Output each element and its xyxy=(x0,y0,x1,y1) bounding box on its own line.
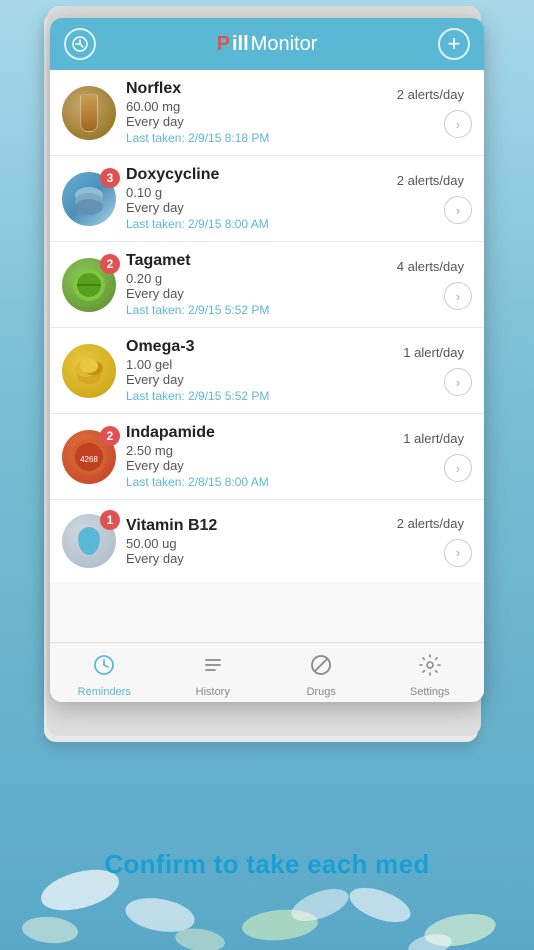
app-header: Pill Monitor + xyxy=(50,18,484,70)
med-item-tagamet[interactable]: 2 Tagamet 0.20 g Every day Last taken: 2… xyxy=(50,242,484,328)
title-monitor: Monitor xyxy=(251,33,318,56)
norflex-freq: Every day xyxy=(126,114,397,129)
promo-text-container: Confirm to take each med xyxy=(0,849,534,880)
doxycycline-freq: Every day xyxy=(126,200,397,215)
vitb12-alerts: 2 alerts/day xyxy=(397,516,464,531)
vitb12-right: 2 alerts/day › xyxy=(397,516,472,567)
doxycycline-name: Doxycycline xyxy=(126,166,397,184)
med-icon-tagamet: 2 xyxy=(62,258,116,312)
omega3-chevron[interactable]: › xyxy=(444,368,472,396)
list-icon xyxy=(201,653,225,683)
tagamet-dose: 0.20 g xyxy=(126,271,397,286)
tagamet-alerts: 4 alerts/day xyxy=(397,259,464,274)
vitb12-info: Vitamin B12 50.00 ug Every day xyxy=(126,517,397,566)
med-item-vitb12[interactable]: 1 Vitamin B12 50.00 ug Every day 2 alert… xyxy=(50,500,484,582)
title-ill: ill xyxy=(232,33,249,56)
omega3-icon xyxy=(62,344,116,398)
omega3-info: Omega-3 1.00 gel Every day Last taken: 2… xyxy=(126,338,403,403)
vitb12-badge: 1 xyxy=(100,510,120,530)
med-icon-indapamide: 4268 2 xyxy=(62,430,116,484)
indapamide-chevron[interactable]: › xyxy=(444,454,472,482)
norflex-name: Norflex xyxy=(126,80,397,98)
med-icon-doxycycline: 3 xyxy=(62,172,116,226)
tab-settings[interactable]: Settings xyxy=(376,643,485,702)
indapamide-badge: 2 xyxy=(100,426,120,446)
med-item-norflex[interactable]: Norflex 60.00 mg Every day Last taken: 2… xyxy=(50,70,484,156)
omega3-alerts: 1 alert/day xyxy=(403,345,464,360)
med-item-indapamide[interactable]: 4268 2 Indapamide 2.50 mg Every day Last… xyxy=(50,414,484,500)
add-button[interactable]: + xyxy=(438,28,470,60)
vitb12-freq: Every day xyxy=(126,551,397,566)
med-icon-vitb12: 1 xyxy=(62,514,116,568)
vitb12-dose: 50.00 ug xyxy=(126,536,397,551)
tab-history[interactable]: History xyxy=(159,643,268,702)
indapamide-freq: Every day xyxy=(126,458,403,473)
promo-text: Confirm to take each med xyxy=(104,849,429,879)
tagamet-last: Last taken: 2/9/15 5:52 PM xyxy=(126,303,397,317)
plus-icon: + xyxy=(448,33,461,55)
indapamide-info: Indapamide 2.50 mg Every day Last taken:… xyxy=(126,424,403,489)
edit-button[interactable] xyxy=(64,28,96,60)
clock-icon xyxy=(92,653,116,683)
indapamide-dose: 2.50 mg xyxy=(126,443,403,458)
empty-space xyxy=(50,582,484,642)
tab-reminders-label: Reminders xyxy=(78,686,131,698)
norflex-info: Norflex 60.00 mg Every day Last taken: 2… xyxy=(126,80,397,145)
omega3-dose: 1.00 gel xyxy=(126,357,403,372)
omega3-name: Omega-3 xyxy=(126,338,403,356)
vitb12-chevron[interactable]: › xyxy=(444,539,472,567)
norflex-right: 2 alerts/day › xyxy=(397,87,472,138)
tagamet-info: Tagamet 0.20 g Every day Last taken: 2/9… xyxy=(126,252,397,317)
omega3-freq: Every day xyxy=(126,372,403,387)
tab-bar: Reminders History Drugs xyxy=(50,642,484,702)
tagamet-chevron[interactable]: › xyxy=(444,282,472,310)
omega3-right: 1 alert/day › xyxy=(403,345,472,396)
gear-icon xyxy=(418,653,442,683)
indapamide-alerts: 1 alert/day xyxy=(403,431,464,446)
norflex-last: Last taken: 2/9/15 8:18 PM xyxy=(126,131,397,145)
doxycycline-alerts: 2 alerts/day xyxy=(397,173,464,188)
tube-icon xyxy=(80,94,98,132)
tab-reminders[interactable]: Reminders xyxy=(50,643,159,702)
doxycycline-right: 2 alerts/day › xyxy=(397,173,472,224)
medication-list: Norflex 60.00 mg Every day Last taken: 2… xyxy=(50,70,484,642)
doxycycline-badge: 3 xyxy=(100,168,120,188)
med-item-doxycycline[interactable]: 3 Doxycycline 0.10 g Every day Last take… xyxy=(50,156,484,242)
norflex-dose: 60.00 mg xyxy=(126,99,397,114)
app-title: Pill Monitor xyxy=(217,33,318,56)
norflex-icon xyxy=(62,86,116,140)
tagamet-name: Tagamet xyxy=(126,252,397,270)
norflex-alerts: 2 alerts/day xyxy=(397,87,464,102)
no-pill-icon xyxy=(309,653,333,683)
tagamet-badge: 2 xyxy=(100,254,120,274)
omega3-last: Last taken: 2/9/15 5:52 PM xyxy=(126,389,403,403)
tab-settings-label: Settings xyxy=(410,686,450,698)
med-item-omega3[interactable]: Omega-3 1.00 gel Every day Last taken: 2… xyxy=(50,328,484,414)
indapamide-right: 1 alert/day › xyxy=(403,431,472,482)
title-p: P xyxy=(217,33,230,56)
bottom-area: Confirm to take each med xyxy=(0,730,534,950)
doxycycline-info: Doxycycline 0.10 g Every day Last taken:… xyxy=(126,166,397,231)
doxycycline-chevron[interactable]: › xyxy=(444,196,472,224)
med-icon-omega3 xyxy=(62,344,116,398)
doxycycline-last: Last taken: 2/9/15 8:00 AM xyxy=(126,217,397,231)
vitb12-name: Vitamin B12 xyxy=(126,517,397,535)
tab-drugs[interactable]: Drugs xyxy=(267,643,376,702)
indapamide-name: Indapamide xyxy=(126,424,403,442)
tagamet-freq: Every day xyxy=(126,286,397,301)
norflex-chevron[interactable]: › xyxy=(444,110,472,138)
doxycycline-dose: 0.10 g xyxy=(126,185,397,200)
tab-drugs-label: Drugs xyxy=(307,686,336,698)
phone-card: Pill Monitor + Norflex 60.00 mg Every da… xyxy=(50,18,484,702)
med-icon-norflex xyxy=(62,86,116,140)
drop-icon xyxy=(78,527,100,555)
svg-text:4268: 4268 xyxy=(80,455,98,464)
tab-history-label: History xyxy=(196,686,230,698)
pills-bg-svg xyxy=(0,730,534,950)
indapamide-last: Last taken: 2/8/15 8:00 AM xyxy=(126,475,403,489)
tagamet-right: 4 alerts/day › xyxy=(397,259,472,310)
